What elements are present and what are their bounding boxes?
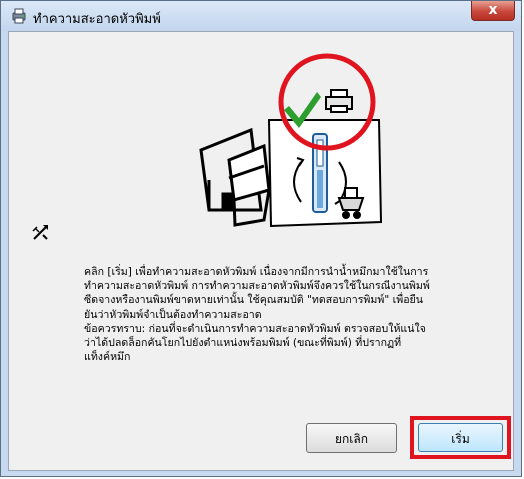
tools-icon xyxy=(32,225,48,240)
head-cleaning-illustration xyxy=(199,53,383,228)
description-text: คลิก [เริ่ม] เพื่อทำความสะอาดหัวพิมพ์ เน… xyxy=(84,266,430,364)
printer-settings-icon xyxy=(12,8,26,24)
dialog-window: ทำความสะอาดหัวพิมพ์ x คลิก [เริ่ม] เพื่อ… xyxy=(0,0,522,477)
start-button-highlight: เริ่ม xyxy=(410,416,511,459)
printer-with-ink-tank-icon xyxy=(199,127,271,227)
close-button[interactable]: x xyxy=(471,1,515,21)
title-bar[interactable]: ทำความสะอาดหัวพิมพ์ x xyxy=(1,1,521,31)
printer-icon xyxy=(325,89,353,113)
start-button[interactable]: เริ่ม xyxy=(418,423,503,452)
dialog-body: คลิก [เริ่ม] เพื่อทำความสะอาดหัวพิมพ์ เน… xyxy=(8,31,514,471)
window-title: ทำความสะอาดหัวพิมพ์ xyxy=(33,12,161,27)
cancel-button[interactable]: ยกเลิก xyxy=(306,423,397,453)
